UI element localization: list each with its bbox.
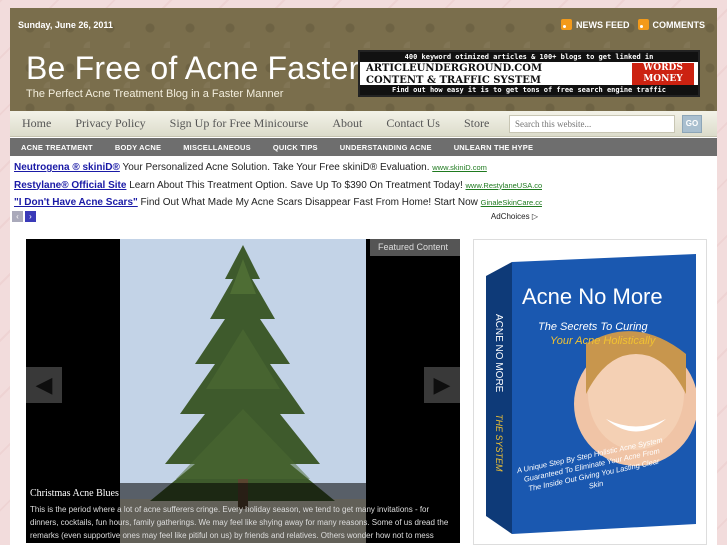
category-acne-treatment[interactable]: ACNE TREATMENT: [10, 143, 104, 152]
nav-item-home[interactable]: Home: [10, 116, 63, 131]
header-banner-ad[interactable]: 400 keyword otimized articles & 100+ blo…: [358, 50, 700, 97]
featured-label: Featured Content: [369, 239, 460, 256]
comments-feed-link[interactable]: COMMENTS: [637, 19, 706, 30]
book-spine-title: ACNE NO MORE: [493, 314, 504, 393]
ad-url[interactable]: GinaleSkinCare.com/No: [481, 198, 542, 207]
book-title: Acne No More: [522, 284, 663, 309]
text-ads-block: Neutrogena ® skiniD® Your Personalized A…: [10, 156, 546, 228]
book-subtitle-2: Your Acne Holistically: [550, 335, 657, 347]
page-wrapper: Sunday, June 26, 2011 NEWS FEED COMMENTS…: [10, 8, 717, 545]
category-quick-tips[interactable]: QUICK TIPS: [262, 143, 329, 152]
featured-title[interactable]: Christmas Acne Blues: [30, 488, 456, 499]
ad-text: Your Personalized Acne Solution. Take Yo…: [119, 162, 433, 173]
category-body-acne[interactable]: BODY ACNE: [104, 143, 172, 152]
search-go-button[interactable]: GO: [682, 115, 702, 133]
comments-feed-label: COMMENTS: [652, 19, 706, 30]
ad-pager: ‹ ›: [12, 211, 36, 222]
banner-line-2: ARTICLEUNDERGROUND.COM: [366, 63, 543, 74]
sidebar-ad: Acne No More The Secrets To Curing Your …: [473, 239, 707, 545]
category-miscellaneous[interactable]: MISCELLANEOUS: [172, 143, 262, 152]
book-subtitle-1: The Secrets To Curing: [538, 321, 649, 333]
news-feed-link[interactable]: NEWS FEED: [560, 19, 630, 30]
ad-url[interactable]: www.skiniD.com: [432, 163, 487, 172]
adchoices-link[interactable]: AdChoices ▷: [491, 212, 538, 221]
ad-title[interactable]: "I Don't Have Acne Scars": [14, 197, 138, 208]
news-feed-label: NEWS FEED: [575, 19, 630, 30]
ad-text: Learn About This Treatment Option. Save …: [126, 179, 466, 191]
site-title[interactable]: Be Free of Acne Faster: [26, 50, 359, 87]
site-header: Sunday, June 26, 2011 NEWS FEED COMMENTS…: [10, 8, 717, 111]
site-tagline: The Perfect Acne Treatment Blog in a Fas…: [26, 88, 284, 100]
nav-item-about[interactable]: About: [320, 116, 374, 131]
category-unlearn-the-hype[interactable]: UNLEARN THE HYPE: [443, 143, 544, 152]
ad-title[interactable]: Restylane® Official Site: [14, 180, 126, 191]
nav-item-store[interactable]: Store: [452, 116, 501, 131]
slider-prev-arrow-icon[interactable]: ◀: [26, 367, 62, 403]
ad-title[interactable]: Neutrogena ® skiniD®: [14, 162, 120, 173]
rss-icon: [637, 19, 649, 30]
ad-item: Neutrogena ® skiniD® Your Personalized A…: [14, 162, 542, 178]
banner-line-4: Find out how easy it is to get tons of f…: [360, 85, 698, 95]
ad-item: Restylane® Official Site Learn About Thi…: [14, 180, 542, 196]
ad-url[interactable]: www.RestylaneUSA.com: [466, 181, 542, 190]
book-spine-subtitle: THE SYSTEM: [494, 414, 504, 472]
featured-content-slider: Featured Content ◀ ▶ Christmas Acne Blue…: [26, 239, 460, 543]
feed-links: NEWS FEED COMMENTS: [560, 19, 706, 30]
acne-no-more-book-image[interactable]: Acne No More The Secrets To Curing Your …: [486, 254, 696, 534]
ad-item: "I Don't Have Acne Scars" Find Out What …: [14, 197, 542, 213]
search-input[interactable]: [509, 115, 675, 133]
nav-item-contact[interactable]: Contact Us: [374, 116, 452, 131]
adchoices-label: AdChoices: [490, 212, 530, 221]
featured-excerpt: This is the period where a lot of acne s…: [30, 505, 449, 540]
banner-line-1: 400 keyword otimized articles & 100+ blo…: [360, 52, 698, 62]
adchoices-icon: ▷: [531, 212, 538, 221]
ad-text: Find Out What Made My Acne Scars Disappe…: [137, 197, 481, 208]
banner-badge: WORDS MONEY: [632, 63, 694, 85]
ad-next-arrow-icon[interactable]: ›: [25, 211, 36, 222]
category-nav: ACNE TREATMENT BODY ACNE MISCELLANEOUS Q…: [10, 138, 717, 156]
rss-icon: [560, 19, 572, 30]
category-understanding-acne[interactable]: UNDERSTANDING ACNE: [329, 143, 443, 152]
current-date: Sunday, June 26, 2011: [18, 20, 113, 30]
nav-item-privacy-policy[interactable]: Privacy Policy: [63, 116, 157, 131]
main-nav: Home Privacy Policy Sign Up for Free Min…: [10, 111, 717, 137]
featured-caption: Christmas Acne Blues This is the period …: [26, 483, 460, 543]
nav-item-minicourse[interactable]: Sign Up for Free Minicourse: [158, 116, 321, 131]
ad-prev-arrow-icon[interactable]: ‹: [12, 211, 23, 222]
slider-next-arrow-icon[interactable]: ▶: [424, 367, 460, 403]
